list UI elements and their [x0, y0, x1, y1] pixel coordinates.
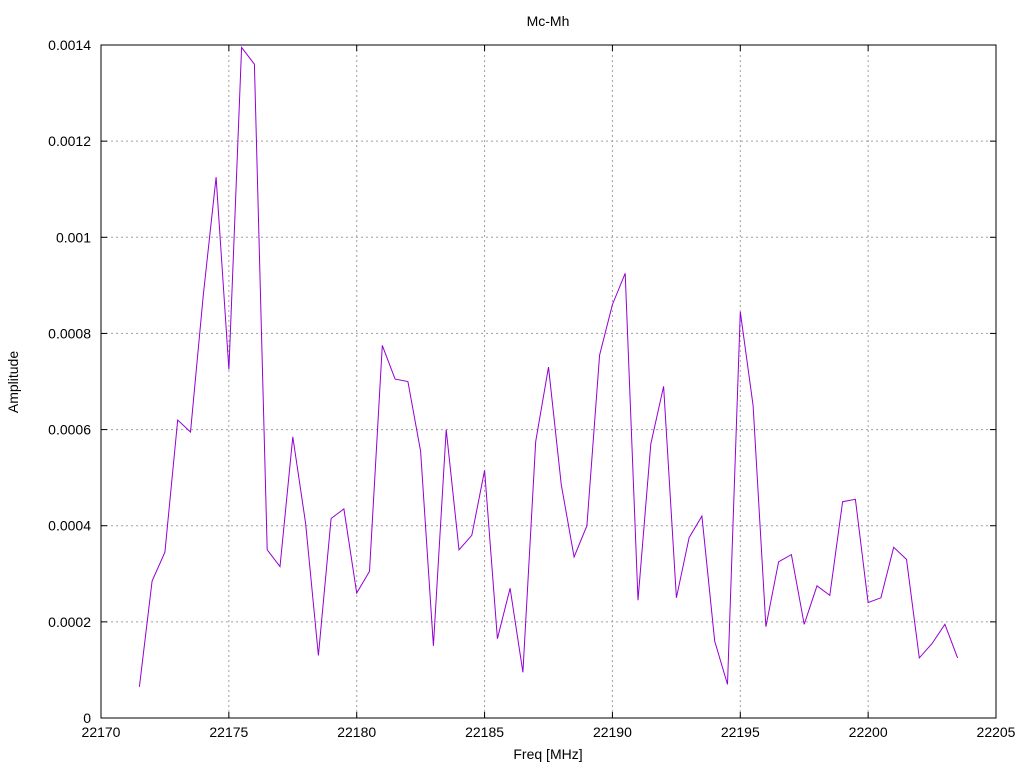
- tick-labels: 22170 22175 22180 22185 22190 22195 22200 22205…: [48, 37, 1016, 740]
- series-layer: [138, 45, 959, 687]
- y-tick-label: 0.0006: [48, 422, 91, 438]
- x-tick-label: 22170: [82, 724, 121, 740]
- y-tick-label: 0.0008: [48, 325, 91, 341]
- y-tick-label: 0.001: [56, 229, 91, 245]
- x-tick-label: 22175: [209, 724, 248, 740]
- x-tick-label: 22200: [849, 724, 888, 740]
- y-tick-label: 0.0002: [48, 614, 91, 630]
- x-tick-label: 22180: [337, 724, 376, 740]
- y-axis-label: Amplitude: [5, 351, 21, 413]
- tick-marks: [100, 44, 997, 719]
- grid-lines: [101, 45, 996, 718]
- y-tick-label: 0.0004: [48, 518, 91, 534]
- x-tick-label: 22205: [977, 724, 1016, 740]
- x-axis-label: Freq [MHz]: [513, 746, 582, 762]
- x-tick-label: 22185: [465, 724, 504, 740]
- chart-title: Mc-Mh: [527, 13, 570, 29]
- x-tick-label: 22190: [593, 724, 632, 740]
- x-tick-label: 22195: [721, 724, 760, 740]
- y-tick-label: 0.0014: [48, 37, 91, 53]
- plot-frame: [100, 44, 997, 719]
- y-tick-label: 0: [83, 710, 91, 726]
- amplitude-chart: 22170 22175 22180 22185 22190 22195 22200 22205…: [5, 13, 1016, 762]
- y-tick-label: 0.0012: [48, 133, 91, 149]
